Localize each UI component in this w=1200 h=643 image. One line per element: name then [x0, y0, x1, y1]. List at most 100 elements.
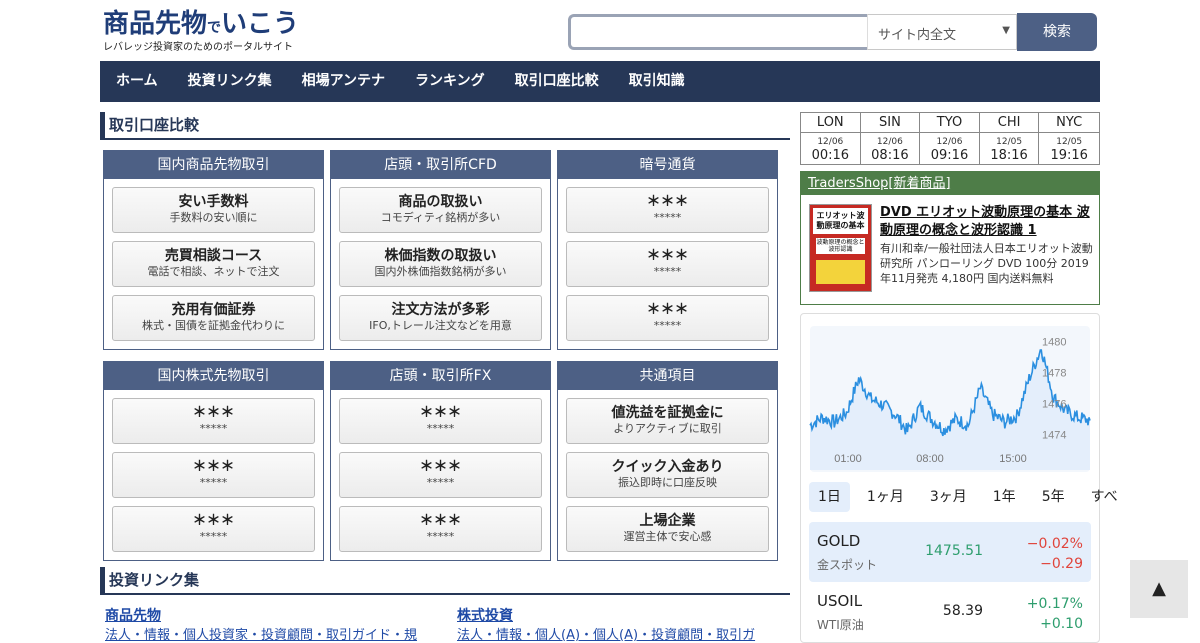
clock-date: 12/06 [936, 137, 963, 147]
nav-item[interactable]: 取引知識 [614, 61, 700, 102]
nav-item[interactable]: 相場アンテナ [287, 61, 400, 102]
traders-shop-box: TradersShop[新着商品] エリオット波動原理の基本 波動原理の概念と波… [800, 171, 1100, 305]
clock-city: SIN [860, 113, 921, 133]
logo-text-a: 商品先物 [103, 9, 208, 39]
panel-title: 共通項目 [558, 362, 777, 390]
panel-body: ＊＊＊ ***** ＊＊＊ ***** ＊＊＊ ***** [558, 179, 777, 341]
comparison-button-sublabel: ***** [653, 211, 682, 224]
panel-body: 値洗益を証拠金に よりアクティブに取引 クイック入金あり 振込即時に口座反映 上場企業運… [558, 390, 777, 552]
comparison-button[interactable]: 注文方法が多彩 IFO,トレール注文などを用意 [339, 295, 542, 341]
range-tab[interactable]: すべ [1082, 482, 1127, 512]
comparison-button-sublabel: ***** [426, 530, 455, 543]
panel-title: 店頭・取引所FX [331, 362, 550, 390]
logo-text-c: いこう [221, 9, 300, 39]
x-tick-label: 01:00 [834, 453, 862, 465]
comparison-button-sublabel: ***** [653, 319, 682, 332]
comparison-button-sublabel: ***** [199, 530, 228, 543]
quote-row[interactable]: GOLD 金スポット 1475.51 −0.02% −0.29 [809, 522, 1091, 582]
link-row-commodity[interactable]: 法人・情報・個人投資家・投資顧問・取引ガイド・規 [105, 624, 435, 643]
quote-row[interactable]: USOIL WTI原油 58.39 +0.17% +0.10 [809, 582, 1091, 642]
search-scope-select[interactable]: サイト内全文 ▼ [867, 14, 1017, 50]
comparison-panel: 店頭・取引所CFD 商品の取扱い コモディティ銘柄が多い 株価指数の取扱い 国内外株価指… [330, 150, 551, 350]
comparison-button[interactable]: 値洗益を証拠金に よりアクティブに取引 [566, 398, 769, 444]
y-tick-label: 1476 [1042, 399, 1066, 411]
price-chart[interactable]: 1480 1478 1476 1474 01:00 08:00 15:00 [808, 322, 1092, 474]
quote-change-abs: +0.10 [1040, 616, 1083, 632]
comparison-button-sublabel: よりアクティブに取引 [613, 422, 722, 435]
comparison-button-sublabel: ***** [426, 422, 455, 435]
back-to-top-button[interactable]: ▲ [1130, 560, 1188, 618]
comparison-button[interactable]: ＊＊＊ ***** [112, 452, 315, 498]
product-image-band [816, 260, 865, 284]
comparison-button-label: 上場企業 [639, 513, 696, 529]
logo-text-b: で [207, 20, 222, 36]
quote-change: +0.17% +0.10 [1027, 594, 1083, 634]
comparison-button[interactable]: 商品の取扱い コモディティ銘柄が多い [339, 187, 542, 233]
clock-date: 12/06 [876, 137, 903, 147]
range-tab[interactable]: 1日 [809, 482, 850, 512]
shop-header-link: TradersShop[新着商品] [808, 176, 951, 191]
range-tab[interactable]: 1ヶ月 [858, 482, 913, 512]
clock-city: CHI [979, 113, 1040, 133]
comparison-button[interactable]: 安い手数料 手数料の安い順に [112, 187, 315, 233]
clock-cell: 12/06 09:16 [920, 133, 980, 165]
comparison-button-sublabel: 電話で相談、ネットで注文 [147, 265, 280, 278]
quote-change-pct: −0.02% [1026, 536, 1083, 552]
clock-date: 12/05 [1056, 137, 1083, 147]
comparison-button[interactable]: 充用有価証券 株式・国債を証拠金代わりに [112, 295, 315, 341]
clock-time: 08:16 [871, 148, 909, 163]
x-tick-label: 15:00 [999, 453, 1027, 465]
dropdown-arrow-icon: ▼ [1002, 25, 1010, 36]
clock-city: NYC [1039, 113, 1099, 133]
range-tab[interactable]: 1年 [984, 482, 1025, 512]
quote-change-abs: −0.29 [1040, 556, 1083, 572]
shop-header[interactable]: TradersShop[新着商品] [801, 172, 1099, 195]
search-button[interactable]: 検索 [1017, 13, 1097, 51]
comparison-button-label: 株価指数の取扱い [384, 248, 497, 264]
nav-item[interactable]: ランキング [400, 61, 500, 102]
comparison-button[interactable]: ＊＊＊ ***** [566, 295, 769, 341]
comparison-button-label: ＊＊＊ [646, 248, 689, 264]
range-tabs: 1日 1ヶ月 3ヶ月 1年 5年 すべ [809, 482, 1135, 512]
clock-city: TYO [920, 113, 980, 133]
clock-cell: 12/06 08:16 [861, 133, 921, 165]
range-tab[interactable]: 3ヶ月 [921, 482, 976, 512]
search-input[interactable] [568, 14, 868, 50]
link-category-commodity[interactable]: 商品先物 [105, 605, 161, 625]
quote-change-pct: +0.17% [1026, 596, 1083, 612]
nav-item[interactable]: 取引口座比較 [500, 61, 614, 102]
comparison-button[interactable]: 上場企業 運営主体で安心感 [566, 506, 769, 552]
comparison-button-label: ＊＊＊ [192, 405, 235, 421]
comparison-button[interactable]: ＊＊＊ ***** [566, 241, 769, 287]
y-tick-label: 1480 [1042, 337, 1066, 349]
quote-name: WTI原油 [817, 618, 864, 632]
comparison-button-sublabel: ***** [653, 265, 682, 278]
comparison-button[interactable]: ＊＊＊ ***** [339, 452, 542, 498]
comparison-button-sublabel: 手数料の安い順に [169, 211, 258, 224]
search-scope-value: サイト内全文 [878, 28, 957, 43]
panel-title: 店頭・取引所CFD [331, 151, 550, 179]
comparison-button[interactable]: クイック入金あり 振込即時に口座反映 [566, 452, 769, 498]
nav-item[interactable]: ホーム [100, 61, 173, 102]
product-title-link[interactable]: DVD エリオット波動原理の基本 波動原理の概念と波形認識 1 [880, 204, 1095, 240]
product-image[interactable]: エリオット波動原理の基本 波動原理の概念と波形認識 [809, 204, 872, 292]
comparison-button[interactable]: ＊＊＊ ***** [339, 506, 542, 552]
comparison-button[interactable]: ＊＊＊ ***** [339, 398, 542, 444]
comparison-button[interactable]: 株価指数の取扱い 国内外株価指数銘柄が多い [339, 241, 542, 287]
world-clock-table: LON SIN TYO CHI NYC 12/06 00:16 12/06 08:16 12/06… [800, 112, 1100, 165]
comparison-button[interactable]: 売買相談コース 電話で相談、ネットで注文 [112, 241, 315, 287]
comparison-button[interactable]: ＊＊＊ ***** [112, 506, 315, 552]
comparison-button-label: 注文方法が多彩 [391, 302, 490, 318]
link-category-stock[interactable]: 株式投資 [457, 605, 513, 625]
comparison-button[interactable]: ＊＊＊ ***** [566, 187, 769, 233]
quote-symbol: GOLD [817, 532, 861, 550]
link-row-stock[interactable]: 法人・情報・個人(A)・個人(A)・投資顧問・取引ガ [457, 624, 787, 643]
clock-time: 19:16 [1050, 148, 1088, 163]
comparison-button[interactable]: ＊＊＊ ***** [112, 398, 315, 444]
y-tick-label: 1474 [1042, 430, 1066, 442]
panel-body: ＊＊＊ ***** ＊＊＊ ***** ＊＊＊ ***** [104, 390, 323, 552]
range-tab[interactable]: 5年 [1033, 482, 1074, 512]
nav-item[interactable]: 投資リンク集 [173, 61, 287, 102]
product-image-subtitle: 波動原理の概念と波形認識 [816, 238, 865, 254]
comparison-button-label: クイック入金あり [611, 459, 724, 475]
